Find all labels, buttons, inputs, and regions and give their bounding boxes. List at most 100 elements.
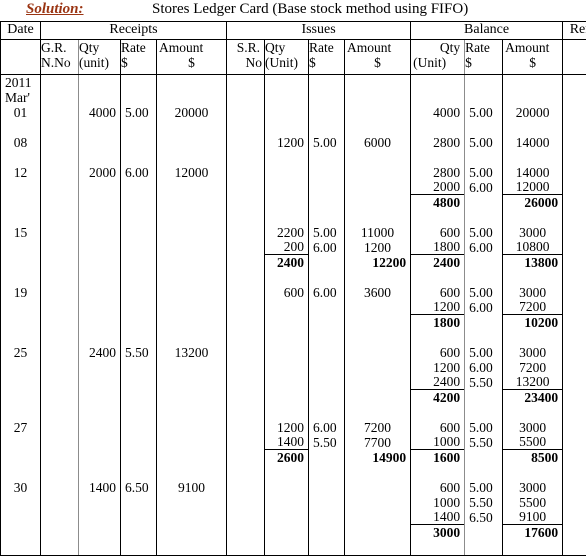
- ledger-cell-line: 5.50: [121, 345, 156, 360]
- ledger-cell-line: [79, 135, 120, 150]
- ledger-cell-line: [309, 105, 344, 120]
- ledger-cell-line: 5.00: [465, 480, 502, 495]
- ledger-cell-line: 25: [1, 345, 40, 360]
- cell-gr-no-column: [41, 75, 79, 556]
- ledger-cell-line: [265, 195, 308, 210]
- ledger-cell-line: [309, 345, 344, 360]
- ledger-cell-line: [411, 75, 464, 90]
- ledger-cell-line: 5.00: [465, 345, 502, 360]
- ledger-cell-line: [265, 150, 308, 165]
- ledger-cell-line: [503, 405, 562, 420]
- ledger-cell-line: [41, 195, 78, 210]
- ledger-cell-line: [265, 120, 308, 135]
- ledger-cell-line: [309, 165, 344, 180]
- ledger-cell-line: [41, 105, 78, 120]
- ledger-cell-line: [503, 270, 562, 285]
- ledger-cell-line: [41, 390, 78, 405]
- sub-header-row: G.R. N.No Qty (unit) Rate $ Amount $ S.R…: [1, 40, 586, 75]
- ledger-cell-line: 3000: [503, 345, 562, 360]
- ledger-cell-line: [227, 195, 264, 210]
- ledger-cell-line: [265, 300, 308, 315]
- ledger-cell-line: [227, 390, 264, 405]
- ledger-cell-line: [41, 495, 78, 510]
- ledger-cell-line: [465, 450, 502, 465]
- ledger-cell-line: [79, 150, 120, 165]
- ledger-cell-line: [309, 525, 344, 540]
- ledger-cell-line: [465, 255, 502, 270]
- ledger-cell-line: [563, 150, 586, 165]
- ledger-cell-line: 1800: [411, 240, 464, 255]
- ledger-cell-line: [41, 525, 78, 540]
- ledger-cell-line: [265, 180, 308, 195]
- ledger-cell-line: Mar': [1, 90, 40, 105]
- ledger-cell-line: 2200: [265, 225, 308, 240]
- ledger-cell-line: [563, 180, 586, 195]
- ledger-cell-line: [227, 210, 264, 225]
- ledger-cell-line: 12200: [345, 255, 410, 270]
- ledger-cell-line: 1400: [79, 480, 120, 495]
- ledger-cell-line: [265, 345, 308, 360]
- ledger-cell-line: 12000: [503, 180, 562, 195]
- ledger-cell-line: 20000: [503, 105, 562, 120]
- ledger-cell-line: [309, 480, 344, 495]
- ledger-cell-line: [157, 435, 226, 450]
- ledger-cell-line: [1, 255, 40, 270]
- ledger-cell-line: [41, 150, 78, 165]
- ledger-cell-line: [227, 135, 264, 150]
- ledger-cell-line: [345, 270, 410, 285]
- ledger-cell-line: 14000: [503, 165, 562, 180]
- ledger-cell-line: [465, 210, 502, 225]
- ledger-cell-line: [1, 405, 40, 420]
- ledger-cell-line: [121, 495, 156, 510]
- ledger-cell-line: [465, 540, 502, 555]
- ledger-cell-line: [309, 195, 344, 210]
- ledger-cell-line: 26000: [503, 195, 562, 210]
- ledger-cell-line: [79, 495, 120, 510]
- ledger-cell-line: 5.00: [465, 420, 502, 435]
- ledger-cell-line: [157, 540, 226, 555]
- ledger-cell-line: [121, 525, 156, 540]
- ledger-cell-line: [563, 195, 586, 210]
- ledger-cell-line: [79, 375, 120, 390]
- ledger-cell-line: [265, 165, 308, 180]
- cell-balance-amount-column: 20000 14000 140001200026000 300010800138…: [503, 75, 563, 556]
- ledger-cell-line: [41, 270, 78, 285]
- ledger-cell-line: [563, 495, 586, 510]
- ledger-cell-line: 1800: [411, 315, 464, 330]
- page-title: Stores Ledger Card (Base stock method us…: [152, 1, 468, 18]
- ledger-cell-line: [265, 375, 308, 390]
- ledger-cell-line: [345, 195, 410, 210]
- ledger-cell-line: [41, 255, 78, 270]
- ledger-cell-line: [345, 375, 410, 390]
- ledger-cell-line: [41, 135, 78, 150]
- ledger-cell-line: [41, 360, 78, 375]
- ledger-cell-line: [465, 390, 502, 405]
- cell-remarks-column: [563, 75, 586, 556]
- ledger-cell-line: [345, 495, 410, 510]
- ledger-cell-line: [345, 480, 410, 495]
- ledger-cell-line: [227, 420, 264, 435]
- ledger-cell-line: [411, 465, 464, 480]
- ledger-cell-line: [227, 480, 264, 495]
- ledger-cell-line: [41, 90, 78, 105]
- ledger-cell-line: [227, 525, 264, 540]
- ledger-cell-line: [157, 360, 226, 375]
- ledger-cell-line: [41, 540, 78, 555]
- ledger-cell-line: [157, 135, 226, 150]
- ledger-cell-line: [563, 450, 586, 465]
- ledger-cell-line: [227, 120, 264, 135]
- ledger-cell-line: [1, 300, 40, 315]
- ledger-cell-line: 7200: [503, 300, 562, 315]
- ledger-cell-line: [41, 180, 78, 195]
- ledger-cell-line: [1, 270, 40, 285]
- ledger-cell-line: 01: [1, 105, 40, 120]
- ledger-cell-line: [227, 270, 264, 285]
- ledger-cell-line: [157, 225, 226, 240]
- ledger-cell-line: [465, 465, 502, 480]
- ledger-cell-line: [265, 105, 308, 120]
- ledger-cell-line: 13200: [157, 345, 226, 360]
- ledger-cell-line: [309, 405, 344, 420]
- ledger-cell-line: 11000: [345, 225, 410, 240]
- ledger-cell-line: [563, 525, 586, 540]
- ledger-cell-line: [563, 540, 586, 555]
